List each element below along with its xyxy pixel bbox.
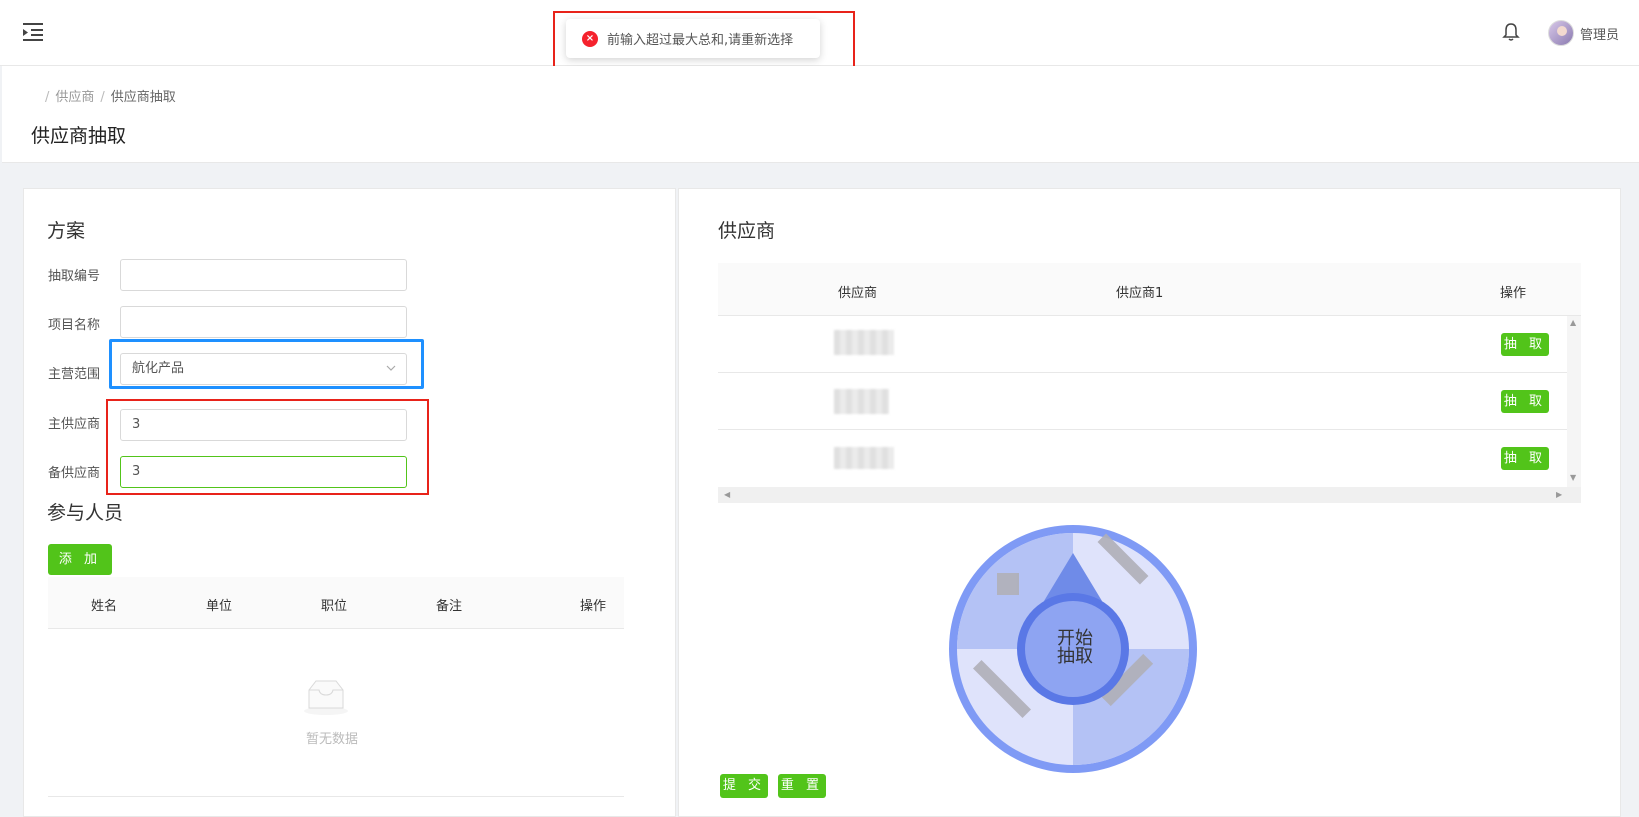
breadcrumb-item-current: 供应商抽取 bbox=[110, 90, 176, 105]
plan-section-title: 方案 bbox=[47, 220, 86, 242]
supplier-table-vertical-scrollbar[interactable]: ▲ ▼ bbox=[1567, 316, 1581, 487]
supplier-name-redacted bbox=[834, 447, 894, 469]
col-position: 职位 bbox=[321, 599, 348, 614]
add-participant-button[interactable]: 添 加 bbox=[48, 544, 112, 575]
participants-section-title: 参与人员 bbox=[47, 502, 124, 524]
page-title: 供应商抽取 bbox=[31, 125, 127, 147]
submit-button[interactable]: 提 交 bbox=[720, 774, 768, 798]
scope-label: 主营范围 bbox=[48, 367, 101, 382]
notification-bell-icon[interactable] bbox=[1502, 22, 1520, 42]
project-name-label: 项目名称 bbox=[48, 318, 101, 333]
supplier-name-redacted bbox=[834, 330, 894, 355]
col-supplier1: 供应商1 bbox=[1116, 286, 1164, 301]
supplier-table-horizontal-scrollbar[interactable]: ◀ ▶ bbox=[718, 487, 1581, 503]
participants-table-footer-line bbox=[48, 796, 624, 797]
empty-text: 暂无数据 bbox=[306, 732, 359, 747]
main-supplier-label: 主供应商 bbox=[48, 417, 101, 432]
draw-button-row-3[interactable]: 抽 取 bbox=[1501, 447, 1549, 470]
breadcrumb-item-supplier[interactable]: 供应商 bbox=[55, 90, 94, 105]
supplier-name-redacted bbox=[834, 389, 889, 414]
table-row-divider bbox=[718, 372, 1567, 373]
col-supplier: 供应商 bbox=[838, 286, 878, 301]
draw-no-input[interactable] bbox=[120, 259, 407, 291]
menu-fold-icon[interactable] bbox=[22, 22, 44, 42]
annotation-box-supplier-count bbox=[106, 399, 429, 495]
draw-button-row-1[interactable]: 抽 取 bbox=[1501, 333, 1549, 356]
start-draw-label[interactable]: 开始 抽取 bbox=[1048, 630, 1102, 666]
annotation-box-toast bbox=[553, 11, 855, 71]
col-name: 姓名 bbox=[91, 599, 118, 614]
start-draw-line-2: 抽取 bbox=[1057, 646, 1093, 667]
backup-supplier-label: 备供应商 bbox=[48, 466, 101, 481]
user-name[interactable]: 管理员 bbox=[1580, 24, 1619, 43]
project-name-input[interactable] bbox=[120, 306, 407, 338]
annotation-box-scope bbox=[109, 339, 424, 389]
breadcrumb: / 供应商 / 供应商抽取 bbox=[45, 90, 176, 105]
table-row-divider bbox=[718, 429, 1567, 430]
reset-button[interactable]: 重 置 bbox=[778, 774, 826, 798]
avatar[interactable] bbox=[1548, 20, 1574, 46]
draw-button-row-2[interactable]: 抽 取 bbox=[1501, 390, 1549, 413]
page-head: / 供应商 / 供应商抽取 供应商抽取 bbox=[2, 66, 1639, 163]
draw-no-label: 抽取编号 bbox=[48, 269, 101, 284]
supplier-section-title: 供应商 bbox=[718, 220, 776, 242]
col-unit: 单位 bbox=[206, 599, 233, 614]
col-action: 操作 bbox=[580, 599, 607, 614]
col-supplier-action: 操作 bbox=[1500, 286, 1527, 301]
col-remark: 备注 bbox=[436, 599, 463, 614]
empty-inbox-icon bbox=[304, 680, 348, 715]
